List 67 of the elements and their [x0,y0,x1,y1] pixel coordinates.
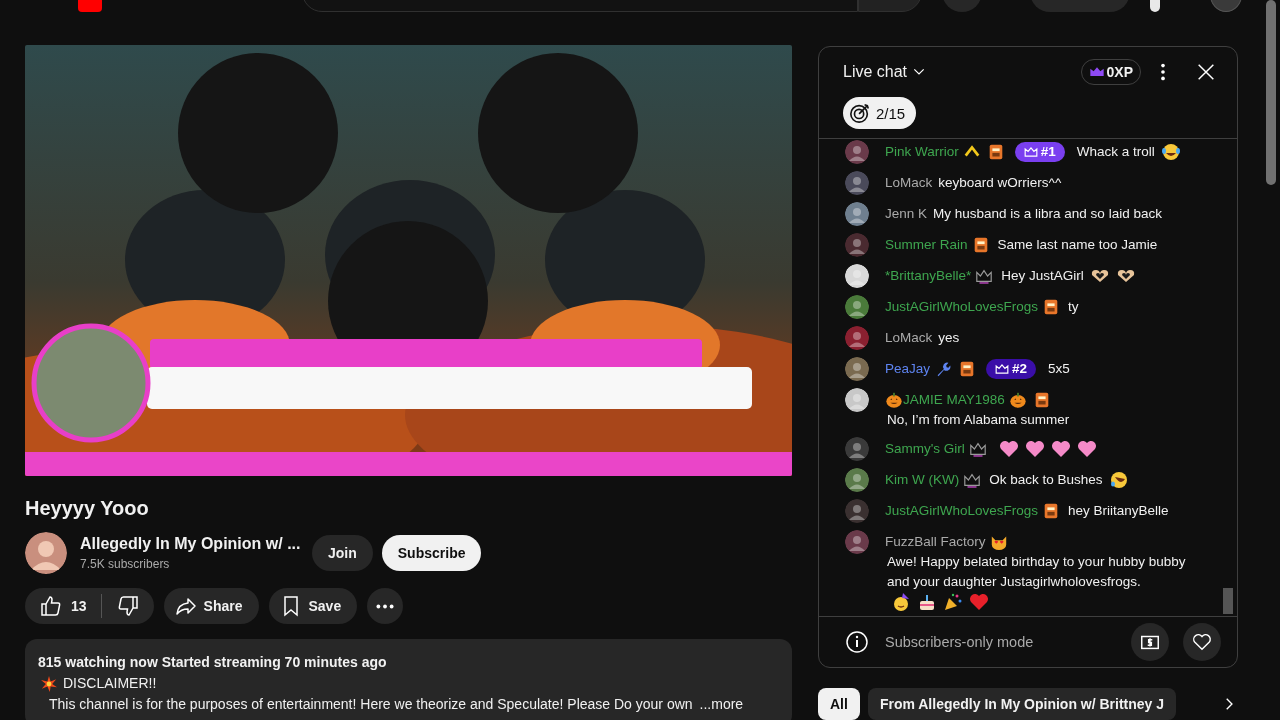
author-name[interactable]: Summer Rain [885,235,968,255]
author-name[interactable]: PeaJay [885,359,931,379]
author-name[interactable]: LoMack [885,328,933,348]
target-icon [849,102,871,124]
chat-message: No, I’m from Alabama summer [887,411,1070,429]
channel-name[interactable]: Allegedly In My Opinion w/ ... [80,533,312,555]
more-link[interactable]: ...more [699,694,744,715]
scrollbar-thumb[interactable] [1266,0,1276,185]
chat-message: 5x5 [1048,360,1070,378]
subscribe-button[interactable]: Subscribe [381,535,482,571]
author-name[interactable]: JustAGirlWhoLovesFrogs [885,297,1039,317]
description-panel[interactable]: 815 watching now Started streaming 70 minutes ago DISCLAIMER!! This channel is for the purposes of entertainment! Here we theorize and Speculate! Please Do your own ...more [25,639,792,720]
chat-mode-text: Subscribers-only mode [885,634,1034,650]
video-title: Heyyyy Yooo [25,496,150,521]
chat-message: Hey JustAGirl [1001,267,1084,285]
author-name[interactable]: Sammy's Girl [885,439,965,459]
save-button[interactable]: Save [268,588,358,624]
avatar[interactable] [845,264,869,288]
chat-message: My husband is a libra and so laid back [933,205,1162,223]
author-name[interactable]: *BrittanyBelle* [885,266,972,286]
heart-icon [1191,631,1213,653]
like-button[interactable] [1183,623,1221,661]
chat-message: Whack a troll [1076,143,1155,161]
xp-label: 0XP [1106,63,1133,80]
avatar[interactable] [845,357,869,381]
more-button[interactable] [367,588,404,624]
info-icon[interactable] [845,630,869,654]
share-button[interactable]: Share [163,588,259,624]
like-icon [39,594,63,618]
avatar[interactable] [25,532,67,574]
author-name[interactable]: Jenn K [885,204,928,224]
author-name[interactable]: LoMack [885,173,933,193]
chat-message: hey BriitanyBelle [1068,502,1169,520]
burst-icon [41,675,57,692]
more-icon [376,603,395,609]
author-name[interactable]: Kim W (KW) [885,470,960,490]
stream-stats: 815 watching now Started streaming 70 minutes ago [38,653,388,672]
rank-label: #2 [1012,360,1028,378]
avatar[interactable] [845,295,869,319]
chat-message: ty [1068,298,1079,316]
like-count: 13 [71,598,87,614]
chat-message: Awe! Happy belated birthday to your hubby bubby and your daughter Justagirlwholovesfrogs. [887,553,1187,591]
live-chat-dropdown[interactable]: Live chat [843,62,928,81]
notifications-button[interactable] [1150,0,1160,12]
subscriber-count: 7.5K subscribers [80,556,171,573]
crown-icon [1023,145,1038,159]
chat-message: yes [938,329,960,347]
filter-chip[interactable]: From Allegedly In My Opinion w/ Brittney J [867,688,1177,720]
rank-label: #1 [1040,143,1056,161]
scrollbar-thumb[interactable] [1223,588,1233,614]
avatar[interactable] [845,388,869,412]
description-text: This channel is for the purposes of entertainment! Here we theorize and Speculate! Please Do your own [49,695,693,714]
goal-chip[interactable]: 2/15 [843,97,917,129]
avatar[interactable] [845,202,869,226]
avatar[interactable] [845,468,869,492]
chat-message: keyboard wOrriers^^ [938,174,1062,192]
chat-message: Ok back to Bushes [989,471,1103,489]
description-heading: DISCLAIMER!! [63,674,157,693]
crown-icon [995,362,1010,376]
super-chat-button[interactable] [1131,623,1169,661]
author-name[interactable]: FuzzBall Factory [885,532,986,552]
filter-chip[interactable]: All [818,688,860,720]
author-name[interactable]: JAMIE MAY1986 [903,390,1005,410]
chat-message: Same last name too Jamie [997,236,1158,254]
author-name[interactable]: Pink Warrior [885,142,959,162]
join-button[interactable]: Join [312,535,373,571]
author-name[interactable]: JustAGirlWhoLovesFrogs [885,501,1039,521]
